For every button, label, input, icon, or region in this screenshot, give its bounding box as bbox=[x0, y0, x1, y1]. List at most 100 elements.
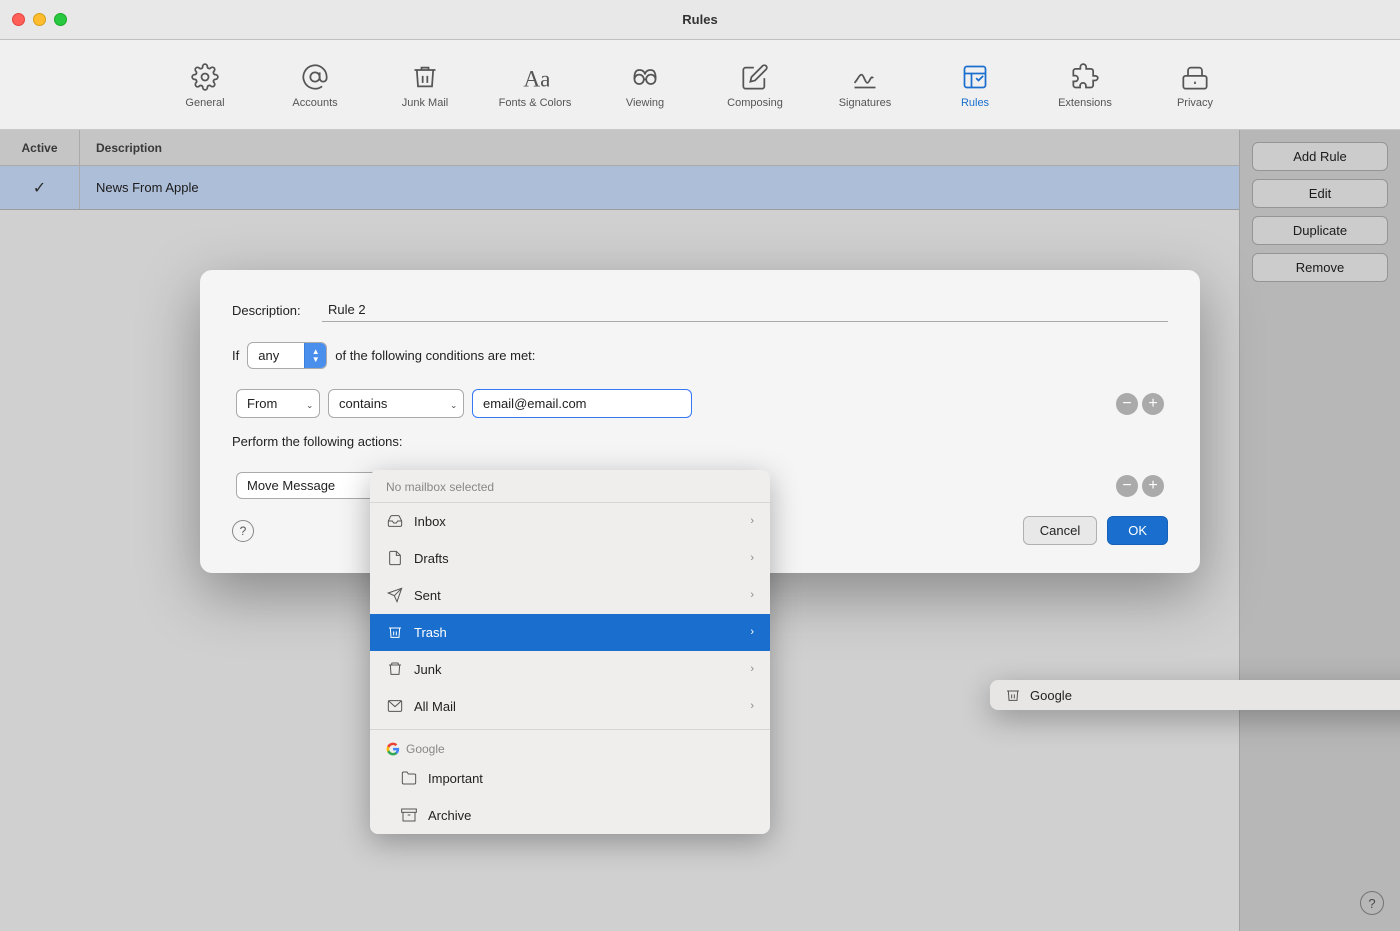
dropdown-separator bbox=[370, 729, 770, 730]
toolbar-label-rules: Rules bbox=[961, 97, 989, 109]
dropdown-item-drafts[interactable]: Drafts › bbox=[370, 540, 770, 577]
actions-header-row: Perform the following actions: bbox=[232, 434, 1168, 461]
dropdown-no-mailbox-header: No mailbox selected bbox=[370, 470, 770, 503]
toolbar-label-junk-mail: Junk Mail bbox=[402, 97, 448, 109]
remove-action-button[interactable]: − bbox=[1116, 475, 1138, 497]
close-button[interactable] bbox=[12, 13, 25, 26]
stepper-down-icon: ▼ bbox=[312, 356, 320, 364]
condition-operator-select[interactable]: contains does not contain is equal to bbox=[328, 389, 464, 418]
important-icon bbox=[400, 769, 418, 787]
all-mail-arrow-icon: › bbox=[750, 700, 754, 712]
dropdown-item-important[interactable]: Important bbox=[370, 760, 770, 797]
compose-icon bbox=[739, 61, 771, 93]
description-label: Description: bbox=[232, 303, 322, 318]
title-bar: Rules bbox=[0, 0, 1400, 40]
toolbar-item-fonts-colors[interactable]: Aa Fonts & Colors bbox=[480, 45, 590, 125]
description-input[interactable] bbox=[322, 298, 1168, 322]
toolbar-label-viewing: Viewing bbox=[626, 97, 664, 109]
sent-icon bbox=[386, 586, 404, 604]
toolbar-label-composing: Composing bbox=[727, 97, 783, 109]
rules-icon bbox=[959, 61, 991, 93]
remove-condition-button[interactable]: − bbox=[1116, 393, 1138, 415]
extensions-icon bbox=[1069, 61, 1101, 93]
ok-button[interactable]: OK bbox=[1107, 516, 1168, 545]
inbox-label: Inbox bbox=[414, 514, 740, 529]
condition-operator-wrap[interactable]: contains does not contain is equal to bbox=[328, 389, 464, 418]
toolbar-item-signatures[interactable]: Signatures bbox=[810, 45, 920, 125]
window-title: Rules bbox=[682, 12, 717, 27]
archive-icon bbox=[400, 806, 418, 824]
help-symbol: ? bbox=[240, 524, 247, 538]
minimize-button[interactable] bbox=[33, 13, 46, 26]
action-add-remove-btns: − + bbox=[1116, 475, 1164, 497]
traffic-lights bbox=[12, 13, 67, 26]
junk-icon bbox=[386, 660, 404, 678]
all-mail-icon bbox=[386, 697, 404, 715]
help-button[interactable]: ? bbox=[232, 520, 254, 542]
cancel-button[interactable]: Cancel bbox=[1023, 516, 1097, 545]
condition-field-select[interactable]: From To Subject bbox=[236, 389, 320, 418]
google-submenu-popup: Google bbox=[990, 680, 1400, 710]
toolbar-label-privacy: Privacy bbox=[1177, 97, 1213, 109]
toolbar-item-viewing[interactable]: Viewing bbox=[590, 45, 700, 125]
dropdown-item-junk[interactable]: Junk › bbox=[370, 651, 770, 688]
conditions-header-row: If any ▲ ▼ of the following conditions a… bbox=[232, 342, 1168, 369]
main-content: Active Description ✓ News From Apple Add… bbox=[0, 130, 1400, 931]
dropdown-item-trash[interactable]: Trash › bbox=[370, 614, 770, 651]
add-condition-button[interactable]: + bbox=[1142, 393, 1164, 415]
junk-label: Junk bbox=[414, 662, 740, 677]
add-action-button[interactable]: + bbox=[1142, 475, 1164, 497]
inbox-arrow-icon: › bbox=[750, 515, 754, 527]
drafts-arrow-icon: › bbox=[750, 552, 754, 564]
condition-field-wrap[interactable]: From To Subject bbox=[236, 389, 320, 418]
toolbar-item-composing[interactable]: Composing bbox=[700, 45, 810, 125]
all-mail-label: All Mail bbox=[414, 699, 740, 714]
dropdown-item-all-mail[interactable]: All Mail › bbox=[370, 688, 770, 725]
trash-icon bbox=[386, 623, 404, 641]
maximize-button[interactable] bbox=[54, 13, 67, 26]
toolbar-item-rules[interactable]: Rules bbox=[920, 45, 1030, 125]
glasses-icon bbox=[629, 61, 661, 93]
trash-arrow-icon: › bbox=[750, 626, 754, 638]
condition-suffix: of the following conditions are met: bbox=[335, 348, 535, 363]
junk-mail-icon bbox=[409, 61, 441, 93]
description-row: Description: bbox=[232, 298, 1168, 322]
dropdown-item-archive[interactable]: Archive bbox=[370, 797, 770, 834]
drafts-icon bbox=[386, 549, 404, 567]
condition-add-remove-btns: − + bbox=[1116, 393, 1164, 415]
inbox-icon bbox=[386, 512, 404, 530]
toolbar: General Accounts Junk Mail Aa Fonts & Co… bbox=[0, 40, 1400, 130]
if-label: If bbox=[232, 348, 239, 363]
at-icon bbox=[299, 61, 331, 93]
toolbar-item-junk-mail[interactable]: Junk Mail bbox=[370, 45, 480, 125]
google-trash-icon bbox=[1004, 686, 1022, 704]
condition-value-input[interactable] bbox=[472, 389, 692, 418]
signatures-icon bbox=[849, 61, 881, 93]
privacy-icon bbox=[1179, 61, 1211, 93]
toolbar-label-accounts: Accounts bbox=[292, 97, 337, 109]
google-submenu-label: Google bbox=[1030, 688, 1072, 703]
condition-line: From To Subject contains does not contai… bbox=[232, 389, 1168, 418]
svg-text:Aa: Aa bbox=[523, 66, 549, 91]
google-section-label: Google bbox=[370, 734, 770, 760]
modal-overlay: Description: If any ▲ ▼ of the following… bbox=[0, 130, 1400, 931]
actions-label: Perform the following actions: bbox=[232, 434, 403, 449]
toolbar-label-fonts-colors: Fonts & Colors bbox=[499, 97, 572, 109]
footer-buttons: Cancel OK bbox=[1023, 516, 1168, 545]
condition-any-value: any bbox=[258, 348, 279, 363]
action-type-value: Move Message bbox=[247, 478, 335, 493]
toolbar-label-general: General bbox=[185, 97, 224, 109]
condition-any-select[interactable]: any ▲ ▼ bbox=[247, 342, 327, 369]
toolbar-item-general[interactable]: General bbox=[150, 45, 260, 125]
toolbar-item-accounts[interactable]: Accounts bbox=[260, 45, 370, 125]
mailbox-dropdown: No mailbox selected Inbox › Drafts › bbox=[370, 470, 770, 834]
toolbar-item-privacy[interactable]: Privacy bbox=[1140, 45, 1250, 125]
toolbar-item-extensions[interactable]: Extensions bbox=[1030, 45, 1140, 125]
gear-icon bbox=[189, 61, 221, 93]
dropdown-item-inbox[interactable]: Inbox › bbox=[370, 503, 770, 540]
important-label: Important bbox=[428, 771, 754, 786]
archive-label: Archive bbox=[428, 808, 754, 823]
font-icon: Aa bbox=[519, 61, 551, 93]
toolbar-label-signatures: Signatures bbox=[839, 97, 892, 109]
dropdown-item-sent[interactable]: Sent › bbox=[370, 577, 770, 614]
